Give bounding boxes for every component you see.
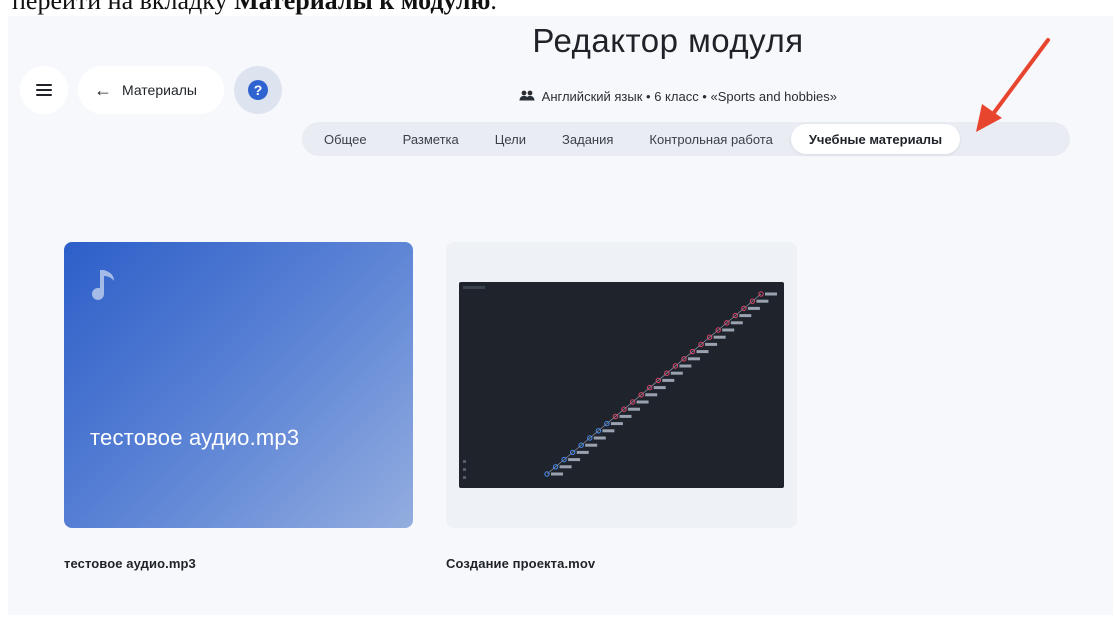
people-icon (519, 90, 535, 104)
video-chain-label (679, 364, 692, 368)
tab-markup[interactable]: Разметка (385, 124, 477, 154)
caption-suffix: . (490, 0, 497, 15)
video-chain-label (756, 299, 769, 303)
top-caption: перейти на вкладку Материалы к модулю. (12, 0, 772, 16)
video-chain-label (688, 357, 700, 361)
video-material-card[interactable] (446, 242, 797, 528)
video-chain-label (610, 422, 623, 426)
video-chain-label (670, 371, 683, 375)
help-button[interactable]: ? (234, 66, 282, 114)
arrow-left-icon: ← (94, 80, 112, 100)
video-chain-label (705, 342, 718, 346)
back-button-label: Материалы (122, 82, 197, 98)
back-to-materials-button[interactable]: ← Материалы (78, 66, 224, 114)
video-chain-label (559, 465, 572, 469)
video-chain-label (730, 321, 743, 325)
annotation-arrow-icon (976, 38, 1050, 132)
video-file-name[interactable]: Создание проекта.mov (446, 556, 595, 571)
video-chain-label (593, 436, 606, 440)
video-chain-label (765, 292, 777, 296)
menu-button[interactable] (20, 66, 68, 114)
video-chain-label (602, 429, 615, 433)
tab-general[interactable]: Общее (306, 124, 385, 154)
caption-prefix: перейти на вкладку (12, 0, 235, 15)
audio-material-card[interactable]: тестовое аудио.mp3 (64, 242, 413, 528)
tab-tasks[interactable]: Задания (544, 124, 631, 154)
audio-preview-title: тестовое аудио.mp3 (90, 425, 300, 450)
video-chain-label (739, 314, 752, 318)
video-chain-label (585, 443, 598, 447)
tab-learning-materials[interactable]: Учебные материалы (790, 124, 961, 154)
video-chain-label (713, 335, 726, 339)
video-chain-label (636, 400, 649, 404)
video-thumbnail (459, 282, 784, 488)
video-chain-label (551, 472, 563, 476)
breadcrumb-text: Английский язык • 6 класс • «Sports and … (541, 89, 837, 104)
audio-file-name[interactable]: тестовое аудио.mp3 (64, 556, 196, 571)
music-note-icon (92, 270, 114, 300)
video-chain-label (645, 393, 658, 397)
caption-bold: Материалы к модулю (234, 0, 491, 15)
video-chain-line (546, 293, 762, 475)
video-chain-label (653, 386, 666, 390)
video-chain-label (662, 378, 675, 382)
tab-test[interactable]: Контрольная работа (631, 124, 790, 154)
module-tabs: Общее Разметка Цели Задания Контрольная … (302, 122, 1070, 156)
breadcrumb: Английский язык • 6 класс • «Sports and … (448, 89, 908, 104)
question-icon: ? (248, 80, 268, 100)
video-chain-label (576, 450, 589, 454)
page-title: Редактор модуля (532, 22, 804, 59)
hamburger-icon (36, 84, 52, 96)
video-chain-label (619, 414, 632, 418)
module-editor-app: ← Материалы ? Редактор модуля Английский… (8, 16, 1113, 615)
tab-goals[interactable]: Цели (477, 124, 544, 154)
video-chain-label (696, 350, 709, 354)
video-chain-label (722, 328, 735, 332)
video-chain-label (568, 458, 581, 462)
video-chain-label (628, 407, 640, 411)
video-chain-label (747, 306, 760, 310)
